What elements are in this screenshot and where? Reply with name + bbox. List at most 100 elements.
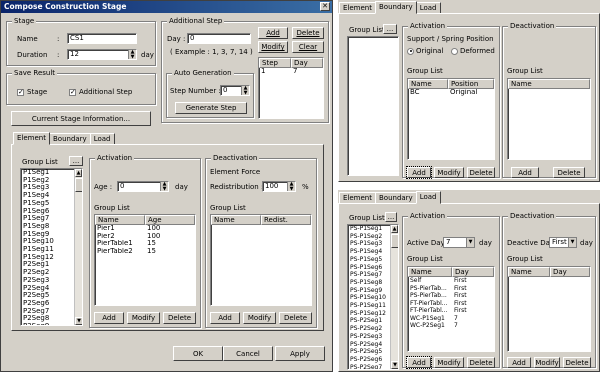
day-col-header[interactable]: Day <box>291 58 323 68</box>
table-row[interactable]: Pier2 100 <box>95 233 195 241</box>
step-delete-button[interactable]: Delete <box>292 27 324 39</box>
deactivation-delete-button[interactable]: Delete <box>279 312 312 324</box>
scroll-thumb[interactable] <box>391 234 398 248</box>
load-modify-button[interactable]: Modify <box>434 357 464 368</box>
duration-input[interactable]: 12 <box>67 49 137 60</box>
element-tab-page: Group List ... P1Seg1 P1Seg2 P1Seg3 P1Seg4 P… <box>11 144 324 331</box>
step-row[interactable]: 1 7 <box>259 68 323 76</box>
table-row[interactable]: PS-PierTab... First <box>408 285 494 293</box>
deformed-radio[interactable]: Deformed <box>451 47 495 56</box>
scroll-up-icon[interactable]: ▲ <box>391 225 398 233</box>
redistribution-spinner[interactable]: ▲ ▼ <box>287 182 295 192</box>
boundary-activation-table[interactable]: Name Position BC Original <box>407 78 495 160</box>
generate-step-button[interactable]: Generate Step <box>175 102 247 114</box>
step-modify-button[interactable]: Modify <box>258 41 288 53</box>
save-additional-step-checkbox[interactable]: Additional Step <box>69 88 132 97</box>
element-group-list[interactable]: P1Seg1 P1Seg2 P1Seg3 P1Seg4 P1Seg5 P1Seg6 P1Se… <box>20 168 83 326</box>
table-row[interactable]: WC-P2Seg1 7 <box>408 322 494 330</box>
stage-name-input[interactable]: CS1 <box>67 33 137 44</box>
tab-element[interactable]: Element <box>13 132 50 145</box>
step-col-header[interactable]: Step <box>259 58 291 68</box>
ok-button[interactable]: OK <box>173 346 223 361</box>
age-col-header[interactable]: Age <box>145 215 195 225</box>
load-delete-button[interactable]: Delete <box>467 357 495 368</box>
original-radio[interactable]: Original <box>407 47 443 56</box>
chevron-down-icon[interactable]: ▼ <box>568 238 576 247</box>
additional-step-label: Additional Step <box>167 17 225 26</box>
activation-table[interactable]: Name Age Pier1 100 Pier2 100 PierTable1 15 Pie… <box>94 214 196 306</box>
current-stage-info-button[interactable]: Current Stage Information... <box>11 111 151 126</box>
boundary-group-list[interactable] <box>347 36 399 176</box>
chevron-down-icon[interactable]: ▼ <box>466 238 474 247</box>
name-col-header[interactable]: Name <box>408 267 452 277</box>
step-add-button[interactable]: Add <box>258 27 288 39</box>
day-col-header[interactable]: Day <box>452 267 494 277</box>
table-row[interactable]: PierTable1 15 <box>95 240 195 248</box>
table-cell: First <box>454 307 467 314</box>
load-group-scrollbar[interactable]: ▲ ▼ <box>390 225 398 369</box>
name-col-header[interactable]: Name <box>211 215 261 225</box>
day-label: Day : <box>167 35 186 43</box>
save-stage-checkbox[interactable]: Stage <box>17 88 47 97</box>
table-row[interactable]: Self First <box>408 277 494 285</box>
boundary-add-button[interactable]: Add <box>406 166 432 179</box>
tab-load[interactable]: Load <box>415 191 441 204</box>
duration-unit: day <box>141 51 154 59</box>
group-list-more-button[interactable]: ... <box>69 156 83 166</box>
table-row[interactable]: FT-PierTabl... First <box>408 300 494 308</box>
active-day-select[interactable]: 7 ▼ <box>443 237 475 248</box>
deactivation-modify-button[interactable]: Modify <box>243 312 276 324</box>
table-row[interactable]: Pier1 100 <box>95 225 195 233</box>
list-item[interactable]: P2Seg9 <box>21 322 82 325</box>
step-table[interactable]: Step Day 1 7 <box>258 57 324 119</box>
table-cell: WC-P1Seg1 <box>410 314 445 322</box>
boundary-modify-button[interactable]: Modify <box>434 167 464 178</box>
name-col-header[interactable]: Name <box>408 79 448 89</box>
group-list-more-button[interactable]: ... <box>385 212 397 222</box>
duration-spinner[interactable]: ▲ ▼ <box>128 50 136 60</box>
load-deact-delete-button[interactable]: Delete <box>563 357 591 368</box>
age-spinner[interactable]: ▲ ▼ <box>160 182 168 192</box>
table-row[interactable]: WC-P1Seg1 7 <box>408 315 494 323</box>
boundary-delete-button[interactable]: Delete <box>467 167 495 178</box>
load-activation-table[interactable]: Name Day Self First PS-PierTab... First PS-P… <box>407 266 495 352</box>
scroll-down-icon[interactable]: ▼ <box>75 317 82 325</box>
boundary-deactivation-table[interactable]: Name <box>507 78 591 160</box>
scroll-up-icon[interactable]: ▲ <box>75 169 82 177</box>
day-col-header[interactable]: Day <box>550 267 590 277</box>
load-deact-modify-button[interactable]: Modify <box>534 357 560 368</box>
name-col-header[interactable]: Name <box>508 267 550 277</box>
name-col-header[interactable]: Name <box>95 215 145 225</box>
activation-add-button[interactable]: Add <box>94 312 124 324</box>
scroll-down-icon[interactable]: ▼ <box>391 361 398 369</box>
step-clear-button[interactable]: Clear <box>292 41 324 53</box>
element-group-scrollbar[interactable]: ▲ ▼ <box>74 169 82 325</box>
scroll-thumb[interactable] <box>75 178 82 192</box>
step-number-spinner[interactable]: ▲ ▼ <box>241 86 249 96</box>
table-row[interactable]: PierTable2 15 <box>95 248 195 256</box>
table-row[interactable]: FT-PierTabl... First <box>408 307 494 315</box>
step-day-input[interactable]: 0 <box>187 33 251 44</box>
boundary-deact-add-button[interactable]: Add <box>511 167 539 178</box>
load-group-list[interactable]: PS-P1Seg1 PS-P1Seg2 PS-P1Seg3 PS-P1Seg4 PS-P… <box>347 224 399 370</box>
table-row[interactable]: PS-PierTab... First <box>408 292 494 300</box>
apply-button[interactable]: Apply <box>275 346 325 361</box>
table-cell: 100 <box>147 225 161 232</box>
cancel-button[interactable]: Cancel <box>223 346 273 361</box>
position-col-header[interactable]: Position <box>448 79 494 89</box>
deactive-day-select[interactable]: First ▼ <box>549 237 577 248</box>
table-row[interactable]: BC Original <box>408 89 494 97</box>
load-add-button[interactable]: Add <box>406 356 432 369</box>
close-icon[interactable]: ✕ <box>320 2 330 11</box>
load-deactivation-table[interactable]: Name Day <box>507 266 591 352</box>
activation-modify-button[interactable]: Modify <box>127 312 160 324</box>
deactivation-add-button[interactable]: Add <box>210 312 240 324</box>
name-col-header[interactable]: Name <box>508 79 590 89</box>
boundary-deact-delete-button[interactable]: Delete <box>553 167 585 178</box>
tab-boundary[interactable]: Boundary <box>374 1 417 14</box>
redist-col-header[interactable]: Redist. <box>261 215 311 225</box>
activation-delete-button[interactable]: Delete <box>163 312 196 324</box>
group-list-more-button[interactable]: ... <box>383 24 397 34</box>
deactivation-table[interactable]: Name Redist. <box>210 214 312 306</box>
load-deact-add-button[interactable]: Add <box>507 357 531 368</box>
